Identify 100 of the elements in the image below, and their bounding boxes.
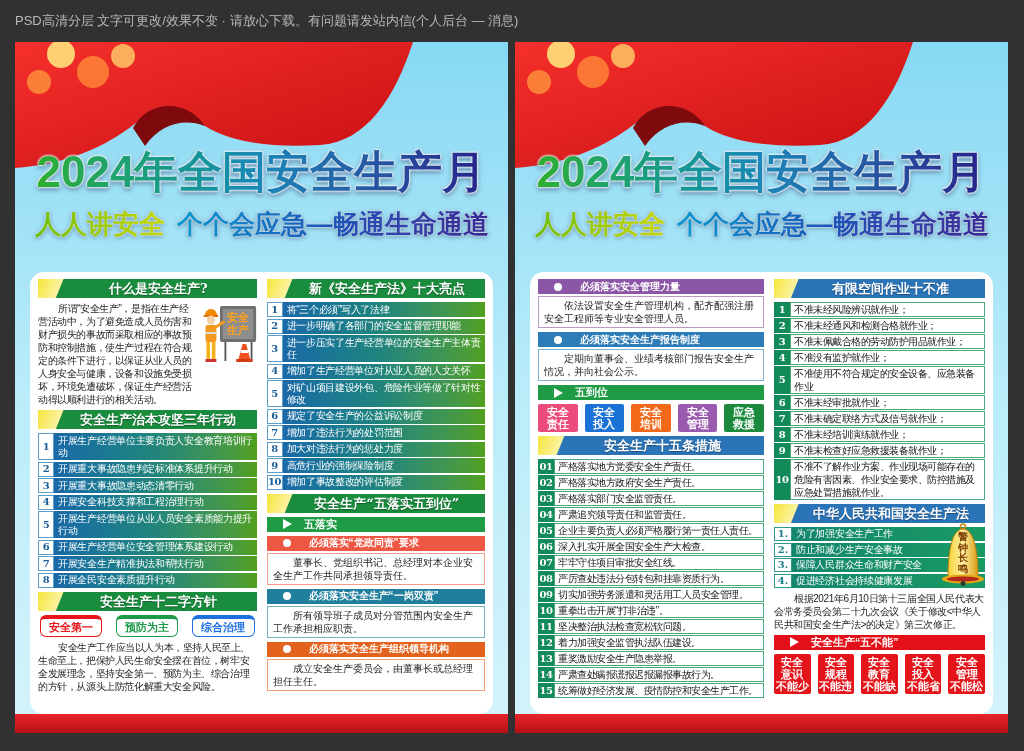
list-item: 不准使用不符合规定的安全设备、应急装备作业 [790, 366, 985, 394]
item-number: 3 [774, 334, 790, 349]
item-number: 4 [266, 363, 283, 379]
item-number: 4 [38, 494, 54, 510]
item-number: 6 [38, 539, 54, 555]
list-item: 开展生产经营单位主要负责人安全教育培训行动 [54, 433, 257, 460]
list-item: 增加了违法行为的处罚范围 [282, 425, 485, 440]
list-item: 企业主要负责人必须严格履行第一责任人责任。 [554, 523, 764, 538]
list-item: 严厉查处违法分包转包和挂靠资质行为。 [554, 571, 764, 586]
item-number: 10 [774, 459, 790, 500]
item-number: 9 [266, 458, 283, 473]
slogan-text: 个个会应急—畅通生命通道 [676, 208, 989, 240]
bell-drawing [941, 523, 985, 587]
list-item: 严格落实地方党委安全生产责任。 [554, 459, 764, 474]
notice-text: 所有领导班子成员对分管范围内安全生产工作承担相应职责。 [266, 605, 485, 638]
list-item: 开展重大事故隐患动态清零行动 [54, 478, 257, 493]
item-number: 7 [774, 411, 790, 426]
item-number: 7 [266, 425, 283, 440]
list-item: 不准未确定联络方式及信号就作业； [790, 411, 985, 426]
dot-icon [554, 282, 562, 291]
item-number: 13 [538, 651, 554, 666]
list-item: 开展生产经营单位安全管理体系建设行动 [54, 539, 257, 555]
principle-tile: 安全 责任 [538, 404, 578, 432]
list-item: 不准未佩戴合格的劳动防护用品就作业； [790, 334, 985, 349]
list-item: 高危行业的强制保险制度 [282, 458, 485, 473]
list-item: 牢牢守住项目审批安全红线。 [554, 555, 764, 570]
item-number: 10 [538, 603, 554, 618]
item-number: 14 [538, 667, 554, 682]
list-item: 不准不了解作业方案、作业现场可能存在的危险有害因素、作业安全要求、防控措施及应急处置措施就作业。 [790, 459, 985, 500]
bell-label: 警钟长鸣 [958, 532, 968, 574]
item-number: 2 [38, 461, 54, 477]
principle-tile: 安全 管理 不能松 [948, 653, 985, 694]
notice-text: 依法设置安全生产管理机构，配齐配强注册安全工程师等专业安全管理人员。 [538, 296, 764, 328]
item-number: 5 [266, 380, 283, 407]
list-item: 着力加强安全监管执法队伍建设。 [554, 635, 764, 650]
section-heading: 安全生产十五条措施 [538, 436, 764, 455]
notice-title: 必须落实安全生产“一岗双责” [308, 591, 439, 601]
principle-tag: 安全第一 [40, 614, 103, 637]
principle-tile: 安全 规程 不能违 [817, 653, 855, 694]
list-item: 重奖激励安全生产隐患举报。 [554, 651, 764, 666]
item-number: 05 [538, 523, 554, 538]
principle-tile: 应急 救援 [724, 404, 764, 432]
list-item: 进一步明确了各部门的安全监督管理职能 [282, 318, 485, 334]
item-number: 8 [774, 427, 790, 442]
section-heading: 安全生产“五落实五到位” [266, 493, 485, 513]
list-item: 对矿山项目建设外包、危险作业等做了针对性修改 [282, 380, 485, 407]
list-item: 不准未经通风和检测合格就作业； [790, 318, 985, 333]
item-number: 2. [774, 542, 792, 557]
item-number: 06 [538, 539, 554, 554]
list-item: 不准没有监护就作业； [790, 350, 985, 365]
bar-label: 五到位 [575, 387, 608, 398]
item-number: 08 [538, 571, 554, 586]
bar-label: 五落实 [303, 518, 337, 530]
section-heading: 有限空间作业十不准 [774, 279, 985, 298]
item-number: 1 [38, 433, 54, 460]
list-item: 坚决整治执法检查宽松软问题。 [554, 619, 764, 634]
notice-text: 董事长、党组织书记、总经理对本企业安全生产工作共同承担领导责任。 [266, 552, 485, 585]
item-number: 10 [266, 474, 283, 490]
principle-tile: 安全 管理 [677, 404, 718, 432]
list-item: 切实加强劳务派遣和灵活用工人员安全管理。 [554, 587, 764, 602]
paragraph-text: 根据2021年6月10日第十三届全国人民代表大会常务委员会第二十九次会议《关于修改<中华人民共和国安全生产法>的决定》第三次修正。 [774, 591, 985, 631]
list-item: 加大对违法行为的惩处力度 [282, 441, 485, 457]
list-item: 进一步压实了生产经营单位的安全生产主体责任 [282, 335, 485, 362]
slogan-text: 人人讲安全 [34, 208, 165, 240]
list-item: 严肃查处瞒报谎报迟报漏报事故行为。 [554, 667, 764, 682]
dot-icon [554, 335, 562, 344]
item-number: 04 [538, 507, 554, 522]
triangle-icon [790, 637, 799, 647]
item-number: 1 [774, 302, 790, 317]
item-number: 2 [774, 318, 790, 333]
item-number: 09 [538, 587, 554, 602]
item-number: 8 [38, 572, 54, 588]
paragraph-text: 所谓“安全生产”，是指在生产经营活动中，为了避免造成人员伤害和财产损失的事故而采取相应的事故预防和控制措施，使生产过程在符合规定的条件下进行，以保证从业人员的人身安全与健康，设备和设施免受损坏，环境免遭破坏，保证生产经营活动得以顺利进行的相关活动。 [38, 302, 193, 406]
principle-tag: 综合治理 [192, 614, 255, 637]
list-item: 不准未经培训演练就作业； [790, 427, 985, 442]
notice-text: 成立安全生产委员会，由董事长或总经理担任主任。 [266, 658, 485, 691]
item-number: 5 [38, 511, 54, 538]
item-number: 6 [774, 395, 790, 410]
principle-tile: 安全 教育 不能缺 [861, 653, 898, 694]
list-item: 深入扎实开展全国安全生产大检查。 [554, 539, 764, 554]
list-item: 开展安全科技支撑和工程治理行动 [54, 494, 257, 510]
notice-title: 必须落实安全生产报告制度 [580, 334, 700, 345]
principle-tag: 预防为主 [116, 614, 179, 637]
item-number: 11 [538, 619, 554, 634]
list-item: 严肃追究领导责任和监管责任。 [554, 507, 764, 522]
principle-tile: 安全 投入 不能省 [904, 653, 942, 694]
notice-title: 必须落实“党政同责”要求 [308, 538, 419, 548]
dot-icon [282, 592, 291, 600]
item-number: 7 [38, 556, 54, 571]
section-heading: 中华人民共和国安全生产法 [774, 504, 985, 523]
list-item: 开展安全生产精准执法和帮扶行动 [54, 556, 257, 571]
dot-icon [282, 539, 291, 547]
notice-text: 定期向董事会、业绩考核部门报告安全生产情况，并向社会公示。 [538, 349, 764, 381]
list-item: 不准未经风险辨识就作业； [790, 302, 985, 317]
list-item: 开展重大事故隐患判定标准体系提升行动 [54, 461, 257, 477]
bar-label: 安全生产“五不能” [811, 636, 899, 648]
item-number: 6 [266, 408, 283, 424]
item-number: 12 [538, 635, 554, 650]
list-item: 不准未检查好应急救援装备就作业； [790, 443, 985, 458]
list-item: 规定了安全生产的公益诉讼制度 [282, 408, 485, 424]
